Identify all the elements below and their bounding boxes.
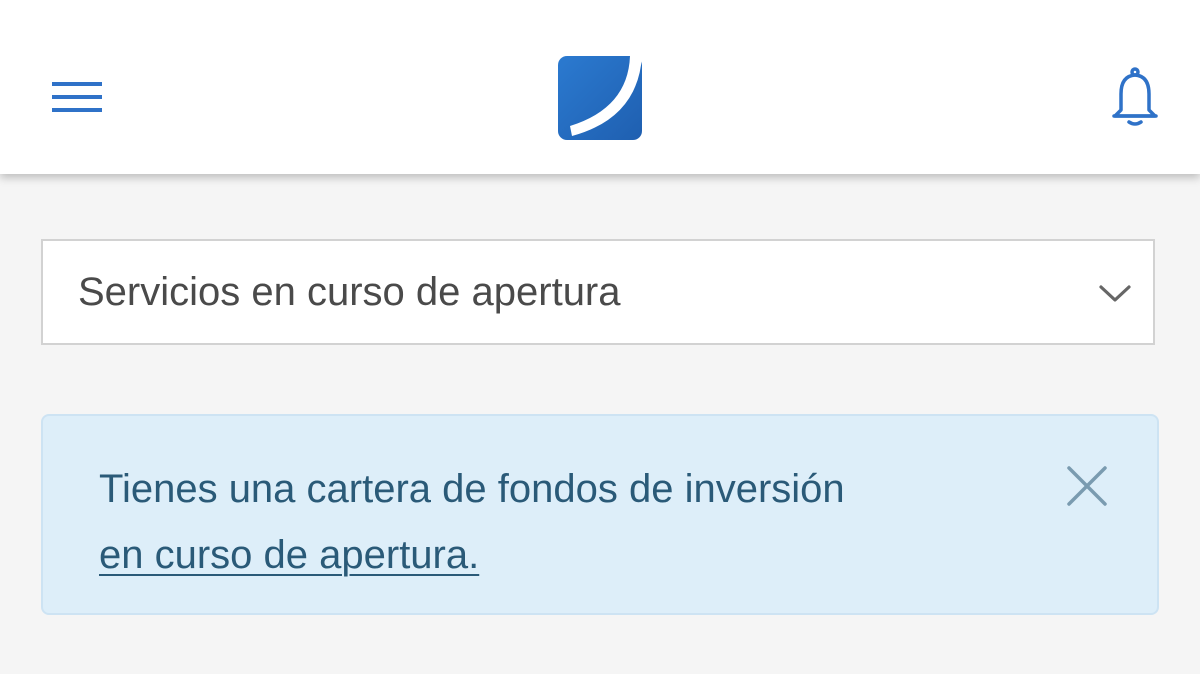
menu-button[interactable] [44, 68, 108, 124]
services-select-value: Servicios en curso de apertura [78, 270, 621, 314]
chevron-down-icon [1099, 285, 1131, 302]
alert-link[interactable]: en curso de apertura. [99, 533, 479, 577]
hamburger-menu-icon [52, 82, 102, 112]
info-alert: Tienes una cartera de fondos de inversió… [41, 414, 1159, 615]
close-icon [1067, 466, 1107, 506]
top-header [0, 0, 1200, 174]
alert-message: Tienes una cartera de fondos de inversió… [99, 467, 845, 511]
services-select[interactable]: Servicios en curso de apertura [41, 239, 1155, 345]
close-alert-button[interactable] [1059, 458, 1115, 514]
bank-logo [554, 52, 646, 144]
notifications-button[interactable] [1106, 64, 1164, 130]
bell-icon [1112, 67, 1158, 126]
alert-text: Tienes una cartera de fondos de inversió… [99, 456, 959, 588]
